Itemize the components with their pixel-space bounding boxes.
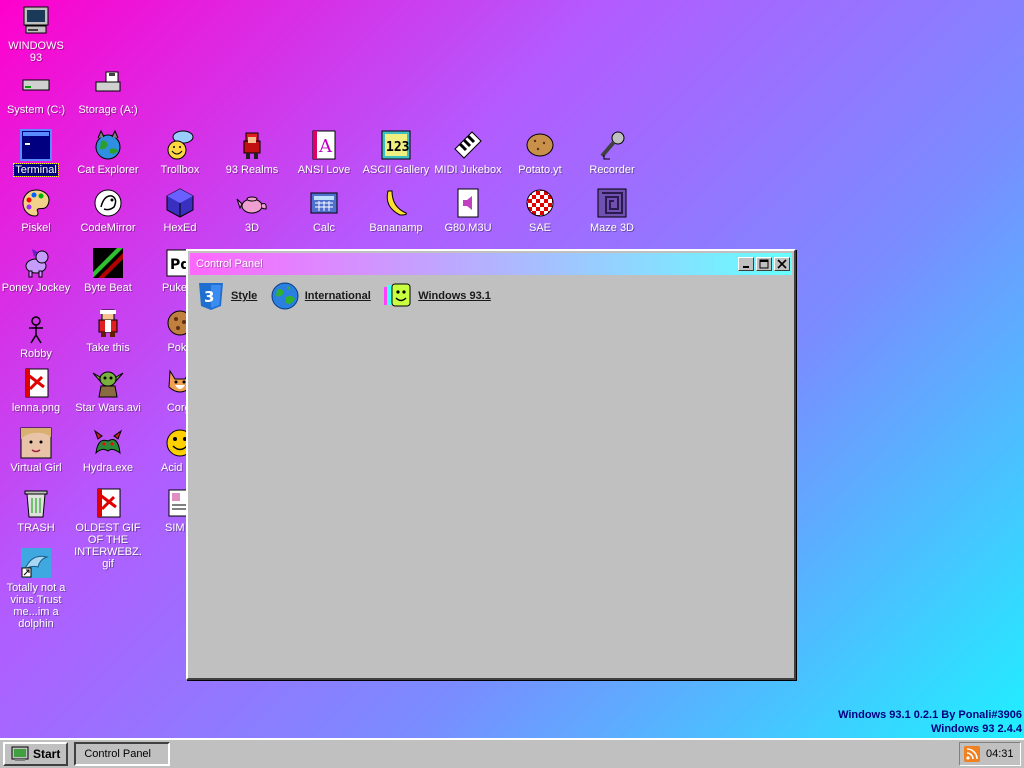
- desktop-icon-potato[interactable]: Potato.yt: [504, 128, 576, 176]
- minimize-icon: [743, 266, 749, 268]
- hydra-icon: [91, 426, 125, 460]
- version-info: Windows 93.1 0.2.1 By Ponali#3906 Window…: [838, 708, 1022, 736]
- clock: 04:31: [986, 748, 1014, 760]
- window-controls: [738, 257, 790, 271]
- desktop-icon-codemirror[interactable]: CodeMirror: [72, 186, 144, 234]
- stickman-icon: [19, 312, 53, 346]
- desktop-icon-star-wars[interactable]: Star Wars.avi: [72, 366, 144, 414]
- dolphin-icon: [19, 546, 53, 580]
- control-panel-item-style[interactable]: 3 Style: [196, 281, 257, 311]
- computer-icon: [19, 4, 53, 38]
- desktop-icon-ascii-gallery[interactable]: 123 ASCII Gallery: [360, 128, 432, 176]
- desktop-icon-trash[interactable]: TRASH: [0, 486, 72, 534]
- version-line-1: Windows 93.1 0.2.1 By Ponali#3906: [838, 709, 1022, 721]
- desktop-icon-windows93[interactable]: WINDOWS 93: [0, 4, 72, 64]
- potato-icon: [523, 128, 557, 162]
- window-content: 3 Style International Windows 93.1: [188, 275, 794, 317]
- control-panel-item-international[interactable]: International: [270, 281, 371, 311]
- start-button[interactable]: Start: [3, 742, 69, 766]
- piano-icon: [451, 128, 485, 162]
- checker-ball-icon: [523, 186, 557, 220]
- trollbox-icon: [163, 128, 197, 162]
- desktop-icon-hexed[interactable]: HexEd: [144, 186, 216, 234]
- take-this-icon: [91, 306, 125, 340]
- taskbar-item-control-panel[interactable]: Control Panel: [74, 742, 171, 766]
- realms-icon: [235, 128, 269, 162]
- control-panel-item-windows93[interactable]: Windows 93.1: [383, 281, 491, 311]
- bytebeat-icon: [91, 246, 125, 280]
- teapot-icon: [235, 186, 269, 220]
- face-icon: [19, 426, 53, 460]
- desktop-icon-calc[interactable]: Calc: [288, 186, 360, 234]
- close-button[interactable]: [774, 257, 790, 271]
- desktop-icon-oldest-gif[interactable]: OLDEST GIF OF THE INTERWEBZ.gif: [72, 486, 144, 570]
- close-icon: [777, 259, 787, 269]
- storage-icon: [91, 68, 125, 102]
- ansi-icon: A: [307, 128, 341, 162]
- desktop-icon-93-realms[interactable]: 93 Realms: [216, 128, 288, 176]
- desktop-icon-byte-beat[interactable]: Byte Beat: [72, 246, 144, 294]
- desktop-icon-midi-jukebox[interactable]: MIDI Jukebox: [432, 128, 504, 176]
- taskbar: Start Control Panel 04:31: [0, 738, 1024, 768]
- codemirror-icon: [91, 186, 125, 220]
- trash-icon: [19, 486, 53, 520]
- gif-file-icon: [91, 486, 125, 520]
- desktop-icon-take-this[interactable]: Take this: [72, 306, 144, 354]
- drive-icon: [19, 68, 53, 102]
- start-icon: [11, 746, 29, 761]
- desktop-icon-terminal[interactable]: Terminal: [0, 128, 72, 177]
- maximize-icon: [759, 259, 769, 269]
- pony-icon: [19, 246, 53, 280]
- desktop-icon-cat-explorer[interactable]: Cat Explorer: [72, 128, 144, 176]
- windows93-icon: [383, 281, 413, 311]
- desktop-icon-storage-a[interactable]: Storage (A:): [72, 68, 144, 116]
- banana-icon: [379, 186, 413, 220]
- maze-icon: [595, 186, 629, 220]
- desktop-icon-3d[interactable]: 3D: [216, 186, 288, 234]
- desktop-icon-virtual-girl[interactable]: Virtual Girl: [0, 426, 72, 474]
- microphone-icon: [595, 128, 629, 162]
- system-tray: 04:31: [959, 742, 1021, 766]
- maximize-button[interactable]: [756, 257, 772, 271]
- image-file-icon: [19, 366, 53, 400]
- window-title: Control Panel: [196, 258, 263, 270]
- svg-text:123: 123: [386, 140, 409, 155]
- desktop-icon-bananamp[interactable]: Bananamp: [360, 186, 432, 234]
- desktop-icon-trollbox[interactable]: Trollbox: [144, 128, 216, 176]
- yoda-icon: [91, 366, 125, 400]
- desktop-icon-dolphin[interactable]: Totally not a virus.Trust me...im a dolp…: [0, 546, 72, 630]
- window-titlebar[interactable]: Control Panel: [190, 253, 792, 275]
- svg-text:3: 3: [204, 288, 214, 306]
- desktop-icon-ansi-love[interactable]: A ANSI Love: [288, 128, 360, 176]
- cube-icon: [163, 186, 197, 220]
- desktop-icon-piskel[interactable]: Piskel: [0, 186, 72, 234]
- desktop-icon-system-c[interactable]: System (C:): [0, 68, 72, 116]
- desktop-icon-maze-3d[interactable]: Maze 3D: [576, 186, 648, 234]
- desktop-icon-g80-m3u[interactable]: G80.M3U: [432, 186, 504, 234]
- calculator-icon: [307, 186, 341, 220]
- desktop-icon-lenna[interactable]: lenna.png: [0, 366, 72, 414]
- desktop-icon-hydra[interactable]: Hydra.exe: [72, 426, 144, 474]
- svg-text:A: A: [318, 136, 333, 157]
- palette-icon: [19, 186, 53, 220]
- control-panel-window[interactable]: Control Panel 3 Style International Wind…: [186, 249, 796, 680]
- rss-icon[interactable]: [964, 746, 980, 762]
- minimize-button[interactable]: [738, 257, 754, 271]
- start-label: Start: [33, 747, 61, 761]
- ascii-gallery-icon: 123: [379, 128, 413, 162]
- desktop-icon-sae[interactable]: SAE: [504, 186, 576, 234]
- desktop-icon-recorder[interactable]: Recorder: [576, 128, 648, 176]
- version-line-2: Windows 93 2.4.4: [931, 723, 1022, 735]
- desktop-icon-poney-jockey[interactable]: Poney Jockey: [0, 246, 72, 294]
- cat-globe-icon: [91, 128, 125, 162]
- desktop-icon-robby[interactable]: Robby: [0, 312, 72, 360]
- terminal-icon: [19, 128, 53, 162]
- globe-icon: [270, 281, 300, 311]
- audio-file-icon: [451, 186, 485, 220]
- css3-icon: 3: [196, 281, 226, 311]
